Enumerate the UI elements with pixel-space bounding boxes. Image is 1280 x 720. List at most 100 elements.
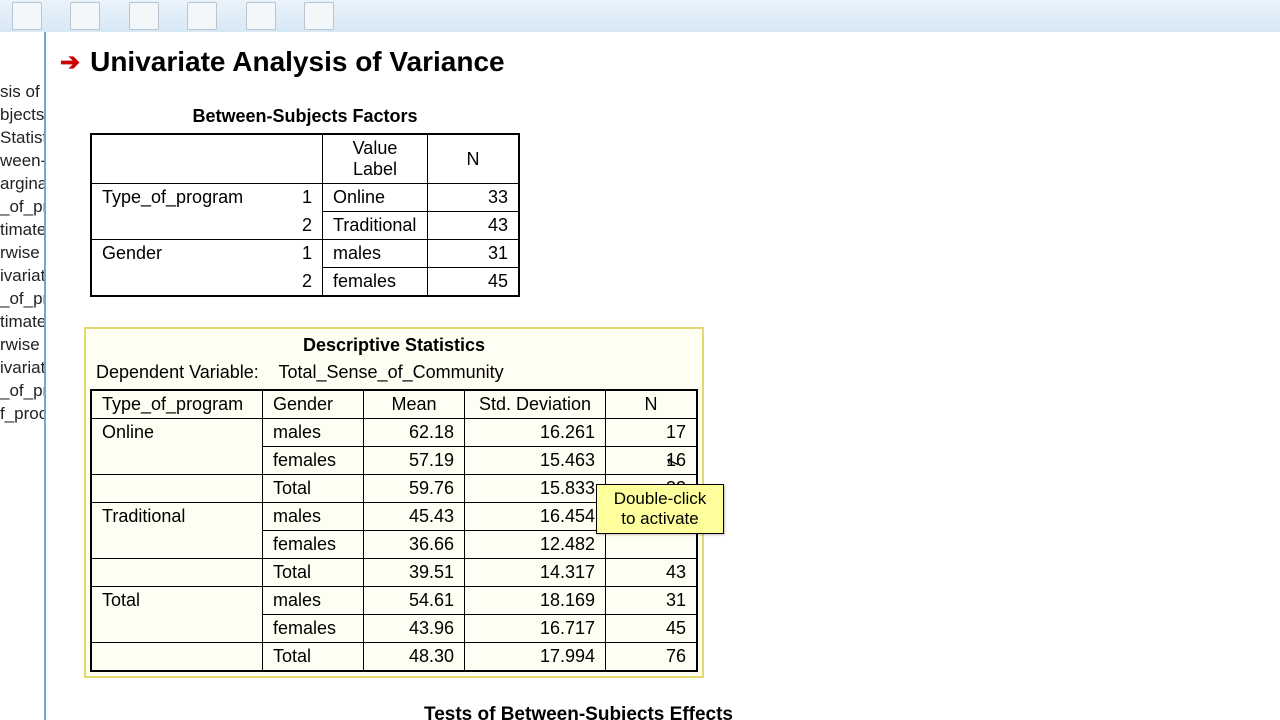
toolbar-btn-1[interactable] <box>12 2 42 30</box>
outline-item[interactable]: _of_pr <box>0 379 44 402</box>
desc-header-sd: Std. Deviation <box>465 390 606 419</box>
factor-level: 2 <box>262 268 323 297</box>
table-row: Gender1males31 <box>91 240 519 268</box>
desc-c2: females <box>263 615 364 643</box>
table-row: Type_of_program1Online33 <box>91 184 519 212</box>
factor-n: 33 <box>428 184 520 212</box>
factors-blank-header2 <box>262 134 323 184</box>
toolbar-btn-3[interactable] <box>129 2 159 30</box>
desc-n: 16 <box>606 447 698 475</box>
factors-table[interactable]: Value Label N Type_of_program1Online332T… <box>90 133 520 297</box>
desc-n: 31 <box>606 587 698 615</box>
desc-mean: 62.18 <box>364 419 465 447</box>
outline-item[interactable]: ween- <box>0 149 44 172</box>
outline-item[interactable]: sis of V <box>0 80 44 103</box>
desc-c1 <box>91 447 263 475</box>
between-subjects-factors-block[interactable]: Between-Subjects Factors Value Label N T… <box>90 106 520 297</box>
outline-item[interactable]: rwise <box>0 333 44 356</box>
desc-mean: 36.66 <box>364 531 465 559</box>
desc-sd: 17.994 <box>465 643 606 672</box>
desc-sd: 16.454 <box>465 503 606 531</box>
factor-name: Gender <box>91 240 262 268</box>
desc-n: 45 <box>606 615 698 643</box>
factor-n: 45 <box>428 268 520 297</box>
desc-sd: 16.261 <box>465 419 606 447</box>
factor-value-label: males <box>323 240 428 268</box>
section-heading: ➔ Univariate Analysis of Variance <box>60 46 1280 78</box>
outline-pane[interactable]: sis of VbjectsStatistiween-arginal_of_pr… <box>0 32 46 720</box>
factor-name <box>91 212 262 240</box>
desc-mean: 54.61 <box>364 587 465 615</box>
desc-c1: Traditional <box>91 503 263 531</box>
desc-c2: Total <box>263 643 364 672</box>
factor-level: 2 <box>262 212 323 240</box>
desc-sd: 16.717 <box>465 615 606 643</box>
desc-c1 <box>91 643 263 672</box>
page-title: Univariate Analysis of Variance <box>90 46 505 78</box>
toolbar-btn-4[interactable] <box>187 2 217 30</box>
factor-name: Type_of_program <box>91 184 262 212</box>
desc-c1 <box>91 559 263 587</box>
table-row: Total48.3017.99476 <box>91 643 697 672</box>
toolbar-btn-6[interactable] <box>304 2 334 30</box>
outline-item[interactable]: timate <box>0 218 44 241</box>
desc-c1 <box>91 475 263 503</box>
desc-mean: 48.30 <box>364 643 465 672</box>
outline-item[interactable]: rwise <box>0 241 44 264</box>
desc-mean: 39.51 <box>364 559 465 587</box>
desc-mean: 45.43 <box>364 503 465 531</box>
outline-item[interactable]: timate <box>0 310 44 333</box>
outline-item[interactable]: ivariat <box>0 264 44 287</box>
factor-level: 1 <box>262 184 323 212</box>
activate-tooltip: Double-click to activate <box>596 484 724 534</box>
desc-c2: Total <box>263 475 364 503</box>
table-row: Onlinemales62.1816.26117 <box>91 419 697 447</box>
outline-item[interactable]: arginal <box>0 172 44 195</box>
dep-var: Total_Sense_of_Community <box>278 362 503 382</box>
desc-c2: Total <box>263 559 364 587</box>
output-viewer[interactable]: ➔ Univariate Analysis of Variance Betwee… <box>46 32 1280 720</box>
factor-name <box>91 268 262 297</box>
desc-mean: 57.19 <box>364 447 465 475</box>
factors-blank-header <box>91 134 262 184</box>
table-row: Total39.5114.31743 <box>91 559 697 587</box>
desc-sd: 14.317 <box>465 559 606 587</box>
dependent-variable-line: Dependent Variable: Total_Sense_of_Commu… <box>96 362 698 383</box>
factors-header-value-label: Value Label <box>323 134 428 184</box>
table-row: females36.6612.482 <box>91 531 697 559</box>
desc-sd: 18.169 <box>465 587 606 615</box>
factor-value-label: Traditional <box>323 212 428 240</box>
outline-item[interactable]: ivariat <box>0 356 44 379</box>
desc-sd: 15.463 <box>465 447 606 475</box>
outline-item[interactable]: _of_pr <box>0 287 44 310</box>
table-row: 2females45 <box>91 268 519 297</box>
desc-header-c1: Type_of_program <box>91 390 263 419</box>
outline-item[interactable]: Statisti <box>0 126 44 149</box>
table-row: females43.9616.71745 <box>91 615 697 643</box>
desc-mean: 59.76 <box>364 475 465 503</box>
desc-c2: males <box>263 419 364 447</box>
toolbar <box>0 0 1280 33</box>
factor-n: 43 <box>428 212 520 240</box>
factor-value-label: females <box>323 268 428 297</box>
desc-header-n: N <box>606 390 698 419</box>
toolbar-btn-5[interactable] <box>246 2 276 30</box>
desc-mean: 43.96 <box>364 615 465 643</box>
desc-n: 43 <box>606 559 698 587</box>
desc-n <box>606 531 698 559</box>
outline-item[interactable]: f_proc <box>0 402 44 425</box>
desc-sd: 15.833 <box>465 475 606 503</box>
desc-c1: Online <box>91 419 263 447</box>
toolbar-btn-2[interactable] <box>70 2 100 30</box>
desc-c2: females <box>263 447 364 475</box>
outline-item[interactable]: _of_pr <box>0 195 44 218</box>
table-row: females57.1915.46316 <box>91 447 697 475</box>
desc-c1 <box>91 531 263 559</box>
table-row: Totalmales54.6118.16931 <box>91 587 697 615</box>
dep-label: Dependent Variable: <box>96 362 259 382</box>
desc-header-c2: Gender <box>263 390 364 419</box>
desc-n: 76 <box>606 643 698 672</box>
outline-item[interactable]: bjects <box>0 103 44 126</box>
desc-c2: females <box>263 531 364 559</box>
desc-c1: Total <box>91 587 263 615</box>
